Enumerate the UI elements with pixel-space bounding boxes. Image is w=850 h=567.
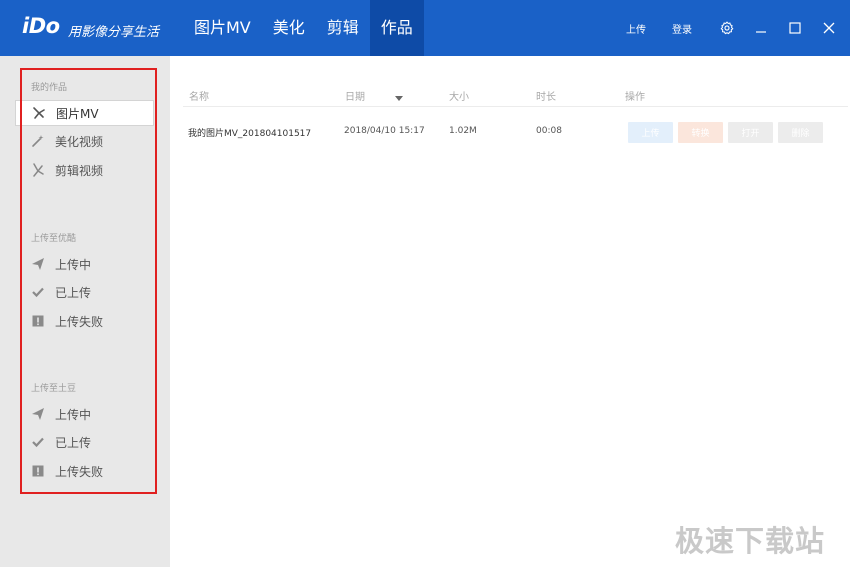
login-link[interactable]: 登录 — [672, 21, 692, 36]
scissors-fan-icon — [32, 106, 46, 120]
main-nav: 图片MV 美化 剪辑 作品 — [183, 0, 424, 56]
title-bar: iDo 用影像分享生活 图片MV 美化 剪辑 作品 上传 登录 — [0, 0, 850, 56]
paper-plane-icon — [31, 407, 45, 421]
minimize-button[interactable] — [744, 0, 778, 56]
sidebar-item-picture-mv[interactable]: 图片MV — [15, 100, 154, 126]
column-header-name[interactable]: 名称 — [189, 88, 209, 103]
upload-link[interactable]: 上传 — [626, 21, 646, 36]
sidebar-section-title-tudou: 上传至土豆 — [31, 384, 77, 394]
watermark: 极速下载站 — [675, 524, 826, 558]
sidebar-item-youku-failed[interactable]: 上传失败 — [15, 308, 154, 334]
sort-desc-icon[interactable] — [395, 96, 403, 101]
sidebar-item-label: 剪辑视频 — [55, 163, 104, 178]
maximize-icon — [789, 22, 801, 34]
checkmark-icon — [31, 285, 45, 299]
exclamation-icon — [31, 314, 45, 328]
delete-button[interactable]: 删除 — [778, 122, 823, 143]
sidebar-item-label: 上传中 — [55, 257, 92, 272]
sidebar-item-tudou-uploading[interactable]: 上传中 — [15, 401, 154, 427]
sidebar-item-label: 图片MV — [56, 106, 99, 121]
nav-tab-edit[interactable]: 剪辑 — [316, 0, 370, 56]
minimize-icon — [755, 22, 767, 34]
sidebar-section-title-youku: 上传至优酷 — [31, 234, 77, 244]
sidebar-section-title-my-works: 我的作品 — [31, 83, 68, 93]
table-row[interactable]: 我的图片MV_201804101517 2018/04/10 15:17 1.0… — [183, 120, 848, 146]
sidebar-item-beautify-video[interactable]: 美化视频 — [15, 128, 154, 154]
sidebar-item-edit-video[interactable]: 剪辑视频 — [15, 157, 154, 183]
upload-button[interactable]: 上传 — [628, 122, 673, 143]
sidebar-item-tudou-failed[interactable]: 上传失败 — [15, 458, 154, 484]
checkmark-icon — [31, 435, 45, 449]
settings-button[interactable] — [710, 0, 744, 56]
cell-name: 我的图片MV_201804101517 — [188, 129, 312, 139]
sidebar-item-tudou-uploaded[interactable]: 已上传 — [15, 429, 154, 455]
column-header-duration[interactable]: 时长 — [536, 88, 556, 103]
column-header-size[interactable]: 大小 — [449, 88, 469, 103]
sidebar-item-label: 美化视频 — [55, 134, 104, 149]
sidebar-item-label: 已上传 — [55, 435, 92, 450]
close-button[interactable] — [812, 0, 846, 56]
column-header-date[interactable]: 日期 — [345, 88, 365, 103]
sidebar-item-label: 已上传 — [55, 285, 92, 300]
top-right-controls: 上传 登录 — [626, 0, 850, 56]
cell-date: 2018/04/10 15:17 — [344, 126, 425, 136]
sidebar-item-youku-uploaded[interactable]: 已上传 — [15, 279, 154, 305]
app-logo: iDo — [22, 14, 60, 38]
table-header: 名称 日期 大小 时长 操作 — [183, 83, 848, 107]
sidebar-item-label: 上传失败 — [55, 464, 104, 479]
magic-wand-icon — [31, 134, 45, 148]
sidebar-item-youku-uploading[interactable]: 上传中 — [15, 251, 154, 277]
app-slogan: 用影像分享生活 — [68, 25, 160, 40]
gear-icon — [720, 21, 734, 35]
scissors-icon — [31, 163, 45, 177]
maximize-button[interactable] — [778, 0, 812, 56]
sidebar-item-label: 上传中 — [55, 407, 92, 422]
close-icon — [823, 22, 835, 34]
paper-plane-icon — [31, 257, 45, 271]
open-button[interactable]: 打开 — [728, 122, 773, 143]
nav-tab-picture-mv[interactable]: 图片MV — [183, 0, 262, 56]
cell-duration: 00:08 — [536, 126, 562, 136]
column-header-actions: 操作 — [625, 92, 645, 103]
sidebar-item-label: 上传失败 — [55, 314, 104, 329]
cell-size: 1.02M — [449, 126, 477, 136]
nav-tab-works[interactable]: 作品 — [369, 0, 424, 56]
convert-button[interactable]: 转换 — [678, 122, 723, 143]
works-panel: 名称 日期 大小 时长 操作 我的图片MV_201804101517 2018/… — [170, 56, 850, 567]
exclamation-icon — [31, 464, 45, 478]
nav-tab-beautify[interactable]: 美化 — [262, 0, 316, 56]
